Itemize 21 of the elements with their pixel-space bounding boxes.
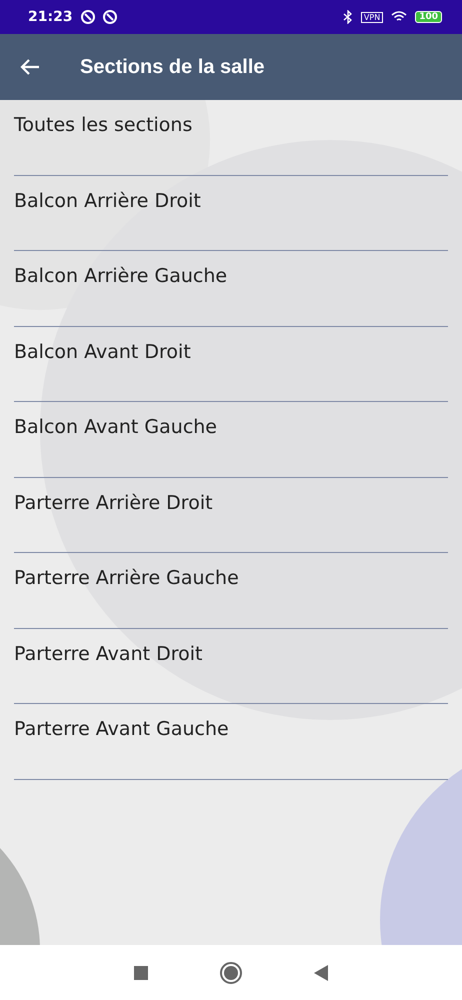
section-item[interactable]: Parterre Arrière Droit xyxy=(14,478,448,553)
home-icon[interactable] xyxy=(220,962,242,984)
notification-icon xyxy=(80,10,95,24)
section-item[interactable]: Parterre Avant Droit xyxy=(14,628,448,704)
section-item[interactable]: Balcon Avant Droit xyxy=(14,326,448,402)
section-item[interactable]: Balcon Arrière Droit xyxy=(14,176,448,251)
section-item[interactable]: Parterre Arrière Gauche xyxy=(14,553,448,628)
bluetooth-icon xyxy=(342,10,353,24)
notification-icon xyxy=(102,10,117,24)
vpn-indicator: VPN xyxy=(360,12,384,22)
recent-apps-icon[interactable] xyxy=(134,966,148,980)
section-item[interactable]: Balcon Avant Gauche xyxy=(14,402,448,478)
section-item[interactable]: Balcon Arrière Gauche xyxy=(14,251,448,326)
back-icon[interactable] xyxy=(314,964,328,980)
section-item[interactable]: Parterre Avant Gauche xyxy=(14,704,448,780)
clock-time: 21:23 xyxy=(28,9,73,25)
screen-title: Sections de la salle xyxy=(80,56,265,78)
wifi-icon xyxy=(391,11,408,23)
back-arrow-icon[interactable] xyxy=(20,58,40,76)
battery-indicator: 100 xyxy=(415,11,442,23)
section-item[interactable]: Toutes les sections xyxy=(14,100,448,176)
